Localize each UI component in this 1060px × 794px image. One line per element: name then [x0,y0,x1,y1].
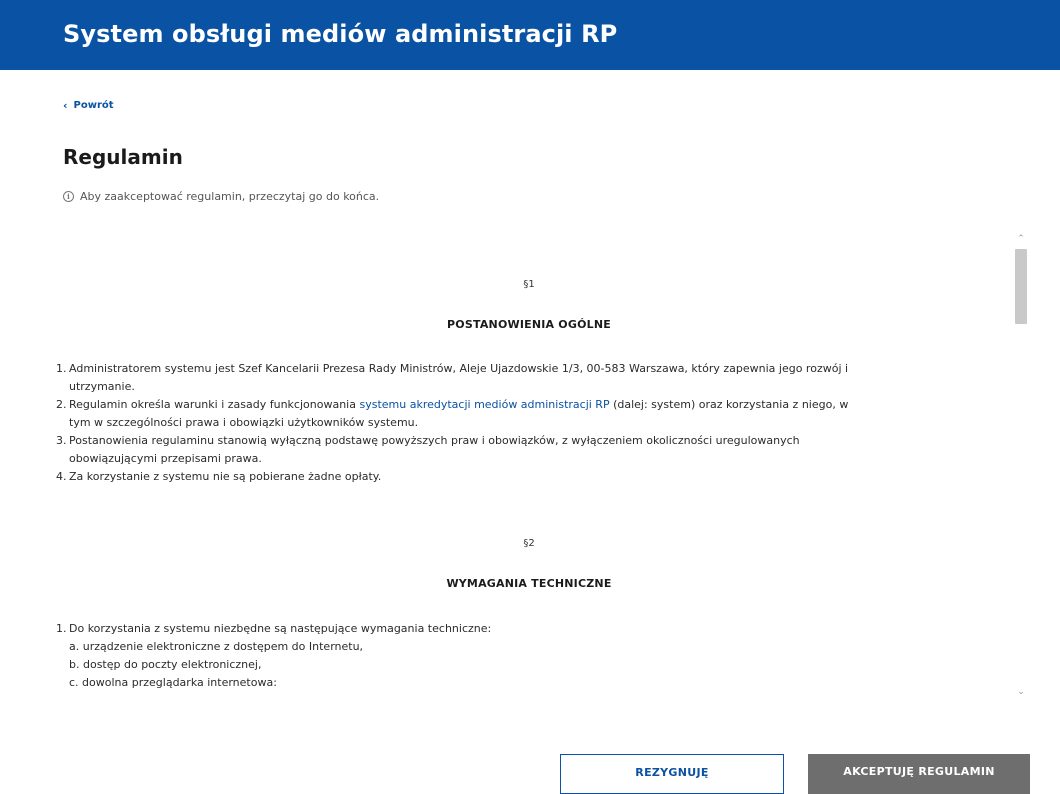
section-number: §2 [523,538,535,549]
list-item-text: Postanowienia regulaminu stanowią wyłącz… [69,434,800,447]
sub-list-item: c. dowolna przeglądarka internetowa: [69,676,277,689]
terms-scrollbar[interactable]: ⌃ ⌄ [1013,230,1029,705]
info-text: Aby zaakceptować regulamin, przeczytaj g… [80,190,380,203]
back-link[interactable]: ‹ Powrót [63,100,114,111]
info-message: i Aby zaakceptować regulamin, przeczytaj… [63,190,379,203]
list-item-text: (dalej: system) oraz korzystania z niego… [609,398,849,411]
list-item-text: obowiązującymi przepisami prawa. [69,452,262,465]
app-title: System obsługi mediów administracji RP [63,20,618,48]
section-title: WYMAGANIA TECHNICZNE [446,577,612,590]
list-item: 4. Za korzystanie z systemu nie są pobie… [56,468,976,486]
list-item: 1. Do korzystania z systemu niezbędne są… [56,620,976,638]
list-item-text: Administratorem systemu jest Szef Kancel… [69,362,849,375]
system-link[interactable]: systemu akredytacji mediów administracji… [359,398,609,411]
info-icon: i [63,191,74,202]
top-header-bar: System obsługi mediów administracji RP [0,0,1060,70]
terms-scroll-area[interactable]: §1 POSTANOWIENIA OGÓLNE 1. Administrator… [48,230,1033,705]
accept-terms-button[interactable]: AKCEPTUJĘ REGULAMIN [808,754,1030,794]
list-item-text: Regulamin określa warunki i zasady funkc… [69,398,360,411]
sub-list-item: a. urządzenie elektroniczne z dostępem d… [69,640,364,653]
list-item: 3. Postanowienia regulaminu stanowią wył… [56,434,800,465]
sub-list-item: b. dostęp do poczty elektronicznej, [69,658,262,671]
cancel-button[interactable]: REZYGNUJĘ [560,754,784,794]
section-1-list: 1. Administratorem systemu jest Szef Kan… [56,360,976,486]
chevron-up-icon[interactable]: ⌃ [1013,232,1029,246]
list-item: 2. Regulamin określa warunki i zasady fu… [56,398,849,429]
page-title: Regulamin [63,145,183,169]
section-2-list: 1. Do korzystania z systemu niezbędne są… [56,620,976,692]
chevron-left-icon: ‹ [63,99,68,112]
list-item-text: utrzymanie. [69,380,135,393]
section-title: POSTANOWIENIA OGÓLNE [447,318,611,331]
list-item-text: tym w szczególności prawa i obowiązki uż… [69,416,419,429]
list-item-text: Za korzystanie z systemu nie są pobieran… [69,470,382,483]
back-link-label: Powrót [73,100,114,111]
section-number: §1 [523,279,535,290]
chevron-down-icon[interactable]: ⌄ [1013,685,1029,699]
scrollbar-thumb[interactable] [1015,249,1027,324]
list-item-text: Do korzystania z systemu niezbędne są na… [69,622,492,635]
list-item: 1. Administratorem systemu jest Szef Kan… [56,362,849,393]
